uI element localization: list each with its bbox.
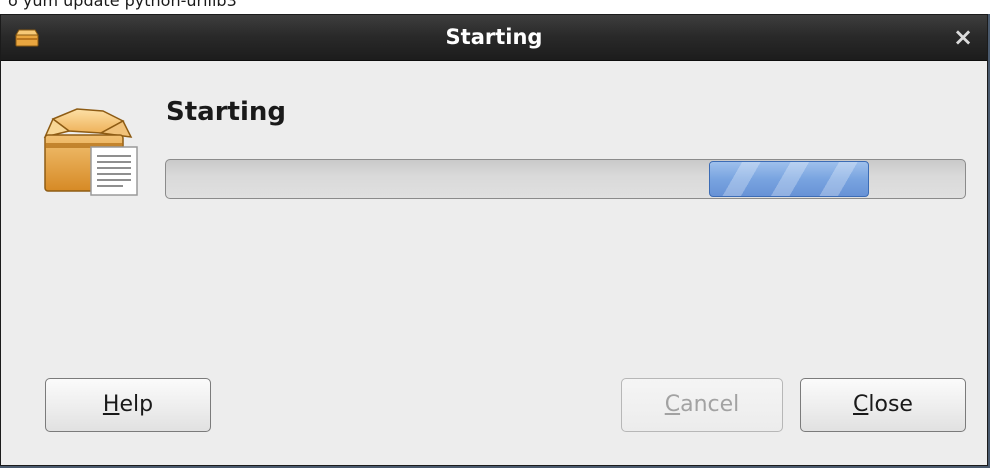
close-label-rest: lose (868, 392, 913, 417)
background-terminal-text: o yum update python-urllib3 (8, 0, 237, 10)
window-title: Starting (445, 25, 543, 49)
background-terminal-strip: o yum update python-urllib3 (0, 0, 990, 14)
status-heading: Starting (166, 97, 286, 127)
cancel-button[interactable]: Cancel (621, 378, 783, 432)
close-mnemonic: C (853, 392, 869, 417)
package-document-icon (43, 108, 138, 196)
close-button[interactable]: Close (800, 378, 966, 432)
title-bar[interactable]: Starting × (1, 15, 987, 61)
close-icon[interactable]: × (949, 23, 977, 51)
help-button[interactable]: Help (45, 378, 211, 432)
progress-pulse (709, 161, 869, 197)
help-mnemonic: H (102, 392, 120, 417)
cancel-mnemonic: C (664, 392, 681, 417)
help-label-rest: elp (119, 392, 154, 417)
cancel-label-rest: ancel (680, 392, 740, 417)
starting-dialog: Starting × Starting Help Cancel Close (0, 14, 988, 466)
progress-bar (165, 159, 966, 199)
